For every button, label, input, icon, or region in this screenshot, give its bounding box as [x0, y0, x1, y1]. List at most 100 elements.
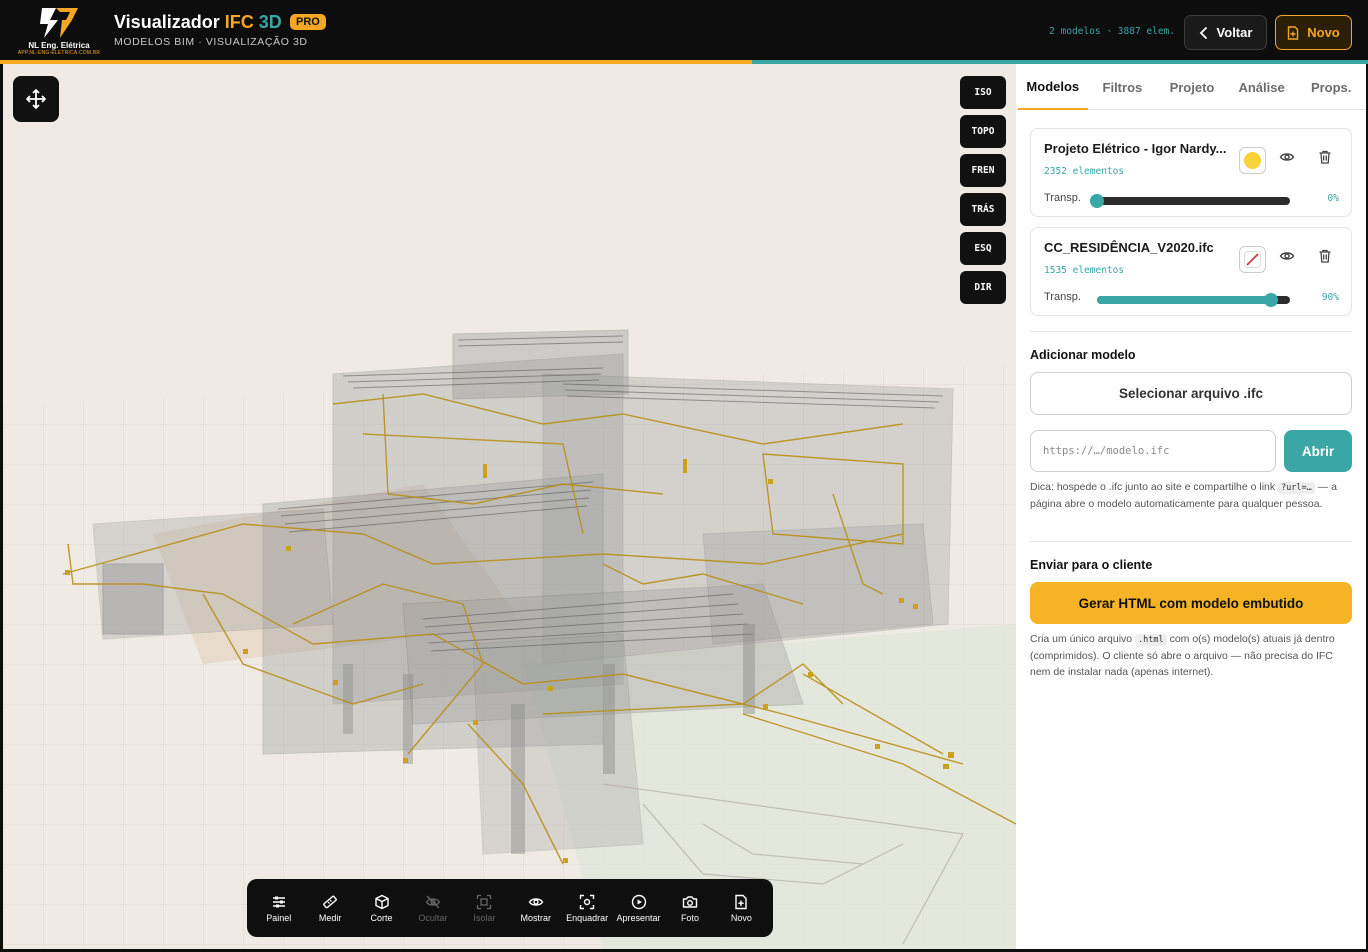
tab-project[interactable]: Projeto — [1157, 64, 1227, 110]
ruler-icon — [323, 895, 337, 908]
panel-tabs: Modelos Filtros Projeto Análise Props. — [1016, 64, 1366, 110]
tool-isolate-label: Isolar — [473, 912, 496, 923]
tool-show-button[interactable]: Mostrar — [510, 879, 561, 937]
title-prefix: Visualizador — [114, 12, 220, 32]
hint-code: ?url=… — [1278, 482, 1315, 494]
transparency-slider[interactable] — [1097, 293, 1290, 307]
tool-isolate-button[interactable]: Isolar — [459, 879, 510, 937]
tab-models[interactable]: Modelos — [1018, 64, 1088, 110]
title-ifc: IFC — [224, 12, 254, 32]
frame-icon — [579, 894, 595, 909]
tool-present-label: Apresentar — [616, 912, 661, 923]
note-code: .html — [1135, 634, 1167, 646]
view-iso-button[interactable]: ISO — [960, 76, 1006, 109]
tool-new-button[interactable]: Novo — [716, 879, 767, 937]
back-button[interactable]: Voltar — [1184, 15, 1267, 50]
model-element-count: 1535 elementos — [1044, 265, 1125, 276]
model-delete-button[interactable] — [1317, 149, 1333, 170]
transparency-slider[interactable] — [1090, 194, 1290, 208]
tab-filters[interactable]: Filtros — [1088, 64, 1158, 110]
view-left-button[interactable]: ESQ — [960, 232, 1006, 265]
sliders-icon — [272, 896, 285, 907]
model-stats: 2 modelos · 3887 elem. — [1049, 26, 1175, 37]
file-plus-icon — [735, 894, 748, 909]
tool-measure-button[interactable]: Medir — [304, 879, 355, 937]
tool-present-button[interactable]: Apresentar — [613, 879, 664, 937]
model-delete-button[interactable] — [1317, 248, 1333, 269]
3d-viewport[interactable]: ISO TOPO FREN TRÁS ESQ DIR Painel Medir … — [3, 64, 1016, 949]
select-ifc-file-button[interactable]: Selecionar arquivo .ifc — [1030, 372, 1352, 415]
tab-analysis[interactable]: Análise — [1227, 64, 1297, 110]
eye-icon — [1279, 252, 1295, 260]
model-color-swatch[interactable] — [1239, 246, 1266, 273]
app-header: NL Eng. Elétrica APP.NL-ENG-ELETRICA.COM… — [0, 0, 1368, 60]
eye-icon — [1279, 153, 1295, 161]
model-visibility-toggle[interactable] — [1279, 149, 1295, 170]
tool-photo-label: Foto — [680, 912, 699, 923]
model-card: CC_RESIDÊNCIA_V2020.ifc 1535 elementos T… — [1030, 227, 1352, 316]
eye-icon — [528, 897, 544, 906]
view-presets: ISO TOPO FREN TRÁS ESQ DIR — [960, 76, 1006, 310]
ifc-3d-scene[interactable] — [3, 64, 1016, 949]
navigation-mode-button[interactable] — [13, 76, 59, 122]
view-front-button[interactable]: FREN — [960, 154, 1006, 187]
lightning-logo-icon — [40, 8, 78, 38]
send-client-title: Enviar para o cliente — [1030, 558, 1153, 572]
bottom-toolbar: Painel Medir Corte Ocultar Isolar Mostra… — [247, 879, 773, 937]
slider-fill — [1097, 296, 1271, 304]
new-button[interactable]: Novo — [1275, 15, 1352, 50]
view-top-button[interactable]: TOPO — [960, 115, 1006, 148]
slider-thumb[interactable] — [1090, 194, 1104, 208]
generate-note: Cria um único arquivo .html com o(s) mod… — [1030, 631, 1352, 680]
model-visibility-toggle[interactable] — [1279, 248, 1295, 269]
tool-panel-label: Painel — [266, 912, 292, 923]
transparency-value: 90% — [1321, 292, 1339, 303]
add-model-title: Adicionar modelo — [1030, 348, 1136, 362]
play-icon — [631, 894, 646, 909]
tool-fit-button[interactable]: Enquadrar — [561, 879, 612, 937]
view-right-button[interactable]: DIR — [960, 271, 1006, 304]
tool-section-label: Corte — [370, 912, 393, 923]
tool-panel-button[interactable]: Painel — [253, 879, 304, 937]
eye-off-icon — [425, 895, 441, 908]
divider — [1030, 541, 1352, 542]
cube-icon — [374, 894, 389, 909]
title-3d: 3D — [258, 12, 282, 32]
tab-props[interactable]: Props. — [1296, 64, 1366, 110]
new-button-label: Novo — [1307, 25, 1340, 40]
model-card: Projeto Elétrico - Igor Nardy... 2352 el… — [1030, 128, 1352, 217]
tool-hide-button[interactable]: Ocultar — [407, 879, 458, 937]
back-button-label: Voltar — [1216, 25, 1253, 40]
hint-text-start: Dica: hospede o .ifc junto ao site e com… — [1030, 481, 1276, 493]
slider-thumb[interactable] — [1263, 293, 1278, 307]
chevron-left-icon — [1199, 26, 1207, 39]
app-subtitle: MODELOS BIM · VISUALIZAÇÃO 3D — [114, 36, 308, 48]
no-color-icon — [1244, 251, 1261, 268]
note-text-start: Cria um único arquivo — [1030, 633, 1133, 645]
transparency-label: Transp. — [1044, 192, 1081, 204]
color-dot — [1244, 152, 1261, 169]
open-url-button[interactable]: Abrir — [1284, 430, 1352, 472]
generate-html-button[interactable]: Gerar HTML com modelo embutido — [1030, 582, 1352, 624]
app-title: Visualizador IFC 3D — [114, 12, 282, 33]
pro-badge: PRO — [290, 14, 326, 30]
move-arrows-icon — [26, 89, 46, 109]
tool-new-label: Novo — [730, 912, 752, 923]
view-back-button[interactable]: TRÁS — [960, 193, 1006, 226]
tool-section-button[interactable]: Corte — [356, 879, 407, 937]
file-plus-icon — [1288, 25, 1299, 40]
tool-fit-label: Enquadrar — [566, 912, 609, 923]
transparency-value: 0% — [1327, 193, 1339, 204]
trash-icon — [1319, 249, 1331, 263]
side-panel: Modelos Filtros Projeto Análise Props. P… — [1016, 64, 1366, 949]
model-url-input[interactable] — [1030, 430, 1276, 472]
tool-photo-button[interactable]: Foto — [664, 879, 715, 937]
model-name: Projeto Elétrico - Igor Nardy... — [1044, 141, 1227, 156]
company-logo: NL Eng. Elétrica APP.NL-ENG-ELETRICA.COM… — [14, 6, 104, 58]
focus-icon — [477, 894, 492, 909]
tool-show-label: Mostrar — [520, 912, 551, 923]
model-color-swatch[interactable] — [1239, 147, 1266, 174]
camera-icon — [682, 895, 698, 908]
logo-url: APP.NL-ENG-ELETRICA.COM.BR — [17, 50, 101, 56]
trash-icon — [1319, 150, 1331, 164]
